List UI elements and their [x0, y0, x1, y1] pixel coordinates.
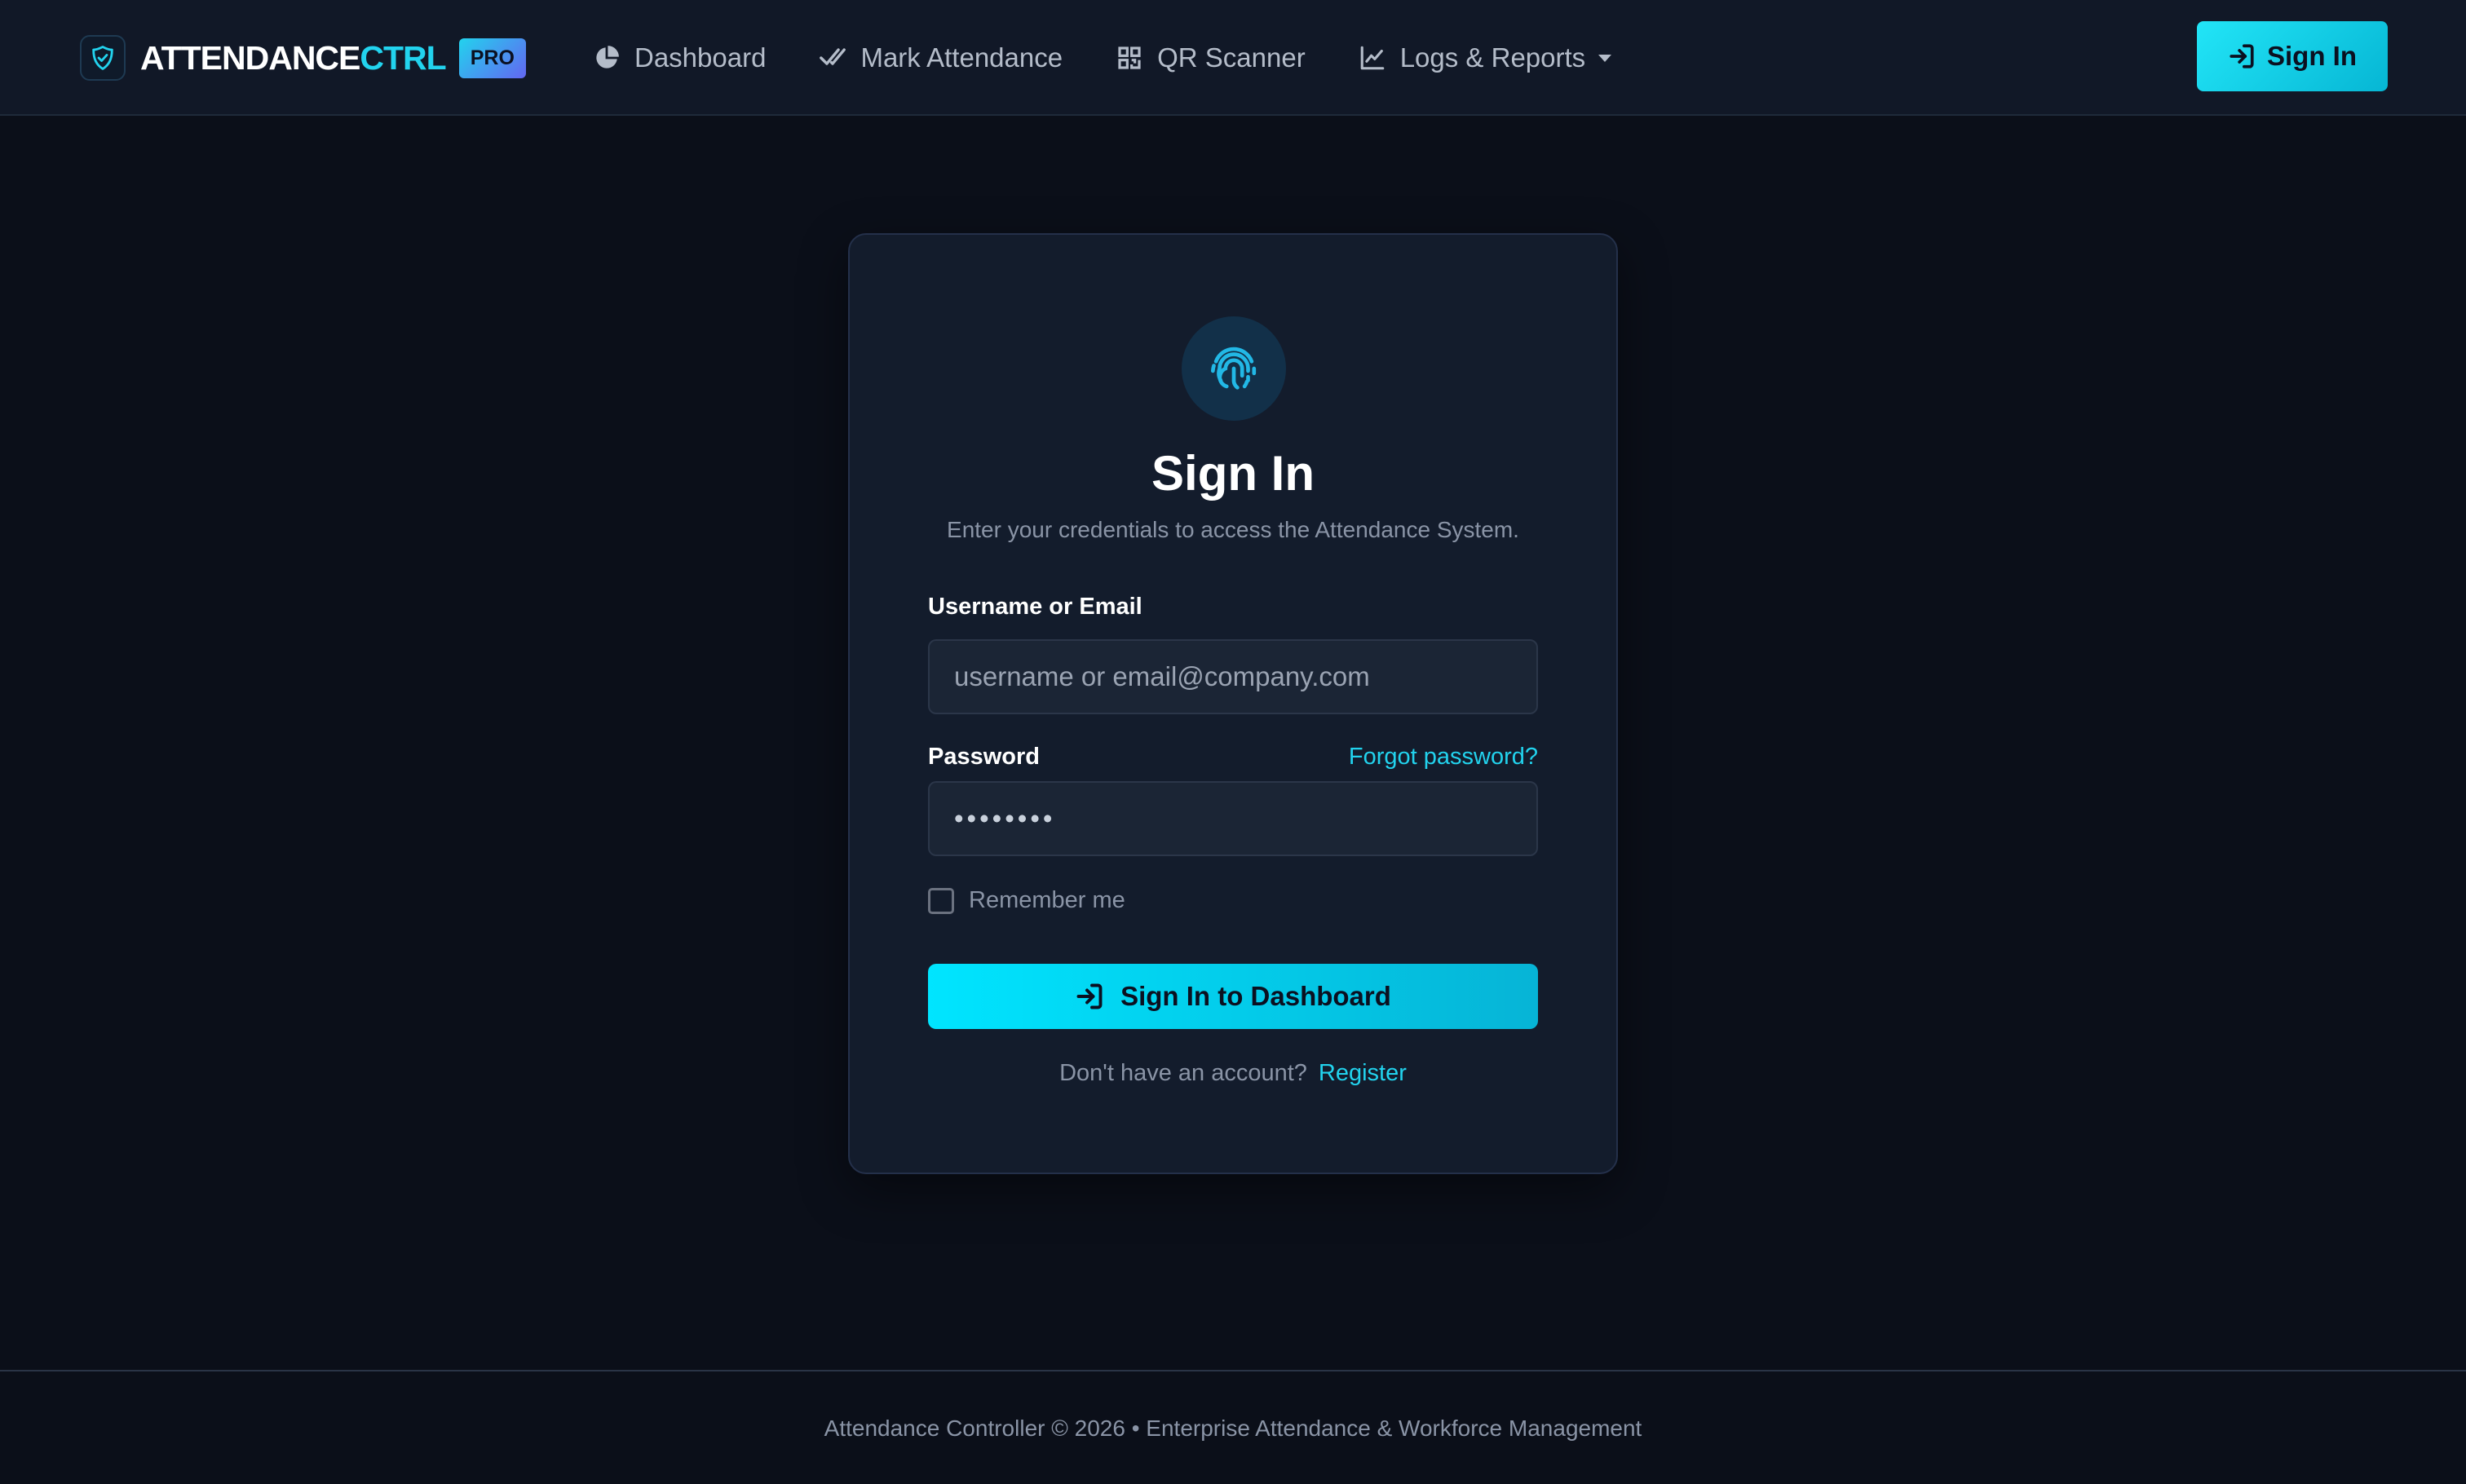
navbar-sign-in-button[interactable]: Sign In — [2197, 21, 2388, 91]
qr-code-icon — [1115, 43, 1144, 73]
register-link[interactable]: Register — [1319, 1060, 1407, 1086]
nav-item-label: Logs & Reports — [1399, 42, 1586, 73]
password-label: Password — [928, 744, 1040, 770]
password-input[interactable] — [928, 781, 1538, 856]
chevron-down-icon — [1598, 54, 1612, 62]
pro-badge: PRO — [458, 38, 526, 78]
nav-item-label: Dashboard — [634, 42, 767, 73]
footer: Attendance Controller © 2026 • Enterpris… — [0, 1370, 2466, 1484]
nav-item-mark-attendance[interactable]: Mark Attendance — [818, 31, 1063, 85]
brand[interactable]: ATTENDANCECTRL PRO — [80, 31, 526, 85]
card-title: Sign In — [1151, 446, 1315, 501]
remember-me-label: Remember me — [969, 887, 1125, 913]
fingerprint-icon — [1182, 316, 1286, 421]
brand-name-main: ATTENDANCE — [140, 38, 360, 77]
brand-name-accent: CTRL — [360, 38, 446, 77]
nav-item-qr-scanner[interactable]: QR Scanner — [1115, 31, 1306, 85]
pie-chart-icon — [592, 43, 621, 73]
nav-item-label: QR Scanner — [1157, 42, 1306, 73]
sign-in-icon — [1075, 982, 1104, 1011]
shield-check-icon — [80, 35, 126, 81]
sign-in-icon — [2228, 42, 2256, 70]
nav-item-label: Mark Attendance — [860, 42, 1063, 73]
register-prompt: Don't have an account? — [1059, 1060, 1307, 1086]
remember-me-row[interactable]: Remember me — [928, 887, 1125, 914]
register-row: Don't have an account? Register — [850, 1060, 1616, 1087]
check-double-icon — [818, 43, 847, 73]
card-subtitle: Enter your credentials to access the Att… — [947, 517, 1519, 542]
sign-in-submit-button[interactable]: Sign In to Dashboard — [928, 964, 1538, 1029]
top-navbar: ATTENDANCECTRL PRO Dashboard Mark Attend… — [0, 0, 2466, 116]
forgot-password-link[interactable]: Forgot password? — [1349, 744, 1538, 771]
nav-links: Dashboard Mark Attendance QR Scanner Log… — [592, 31, 1664, 85]
remember-me-checkbox[interactable] — [928, 887, 954, 914]
username-label: Username or Email — [928, 594, 1142, 620]
brand-name: ATTENDANCECTRL — [140, 38, 447, 77]
footer-text: Attendance Controller © 2026 • Enterpris… — [824, 1416, 1642, 1441]
line-chart-icon — [1358, 43, 1387, 73]
sign-in-submit-label: Sign In to Dashboard — [1120, 981, 1391, 1011]
nav-item-logs-reports[interactable]: Logs & Reports — [1358, 31, 1612, 85]
navbar-sign-in-label: Sign In — [2267, 41, 2357, 71]
nav-item-dashboard[interactable]: Dashboard — [592, 31, 766, 85]
sign-in-card: Sign In Enter your credentials to access… — [848, 233, 1618, 1174]
username-input[interactable] — [928, 639, 1538, 714]
